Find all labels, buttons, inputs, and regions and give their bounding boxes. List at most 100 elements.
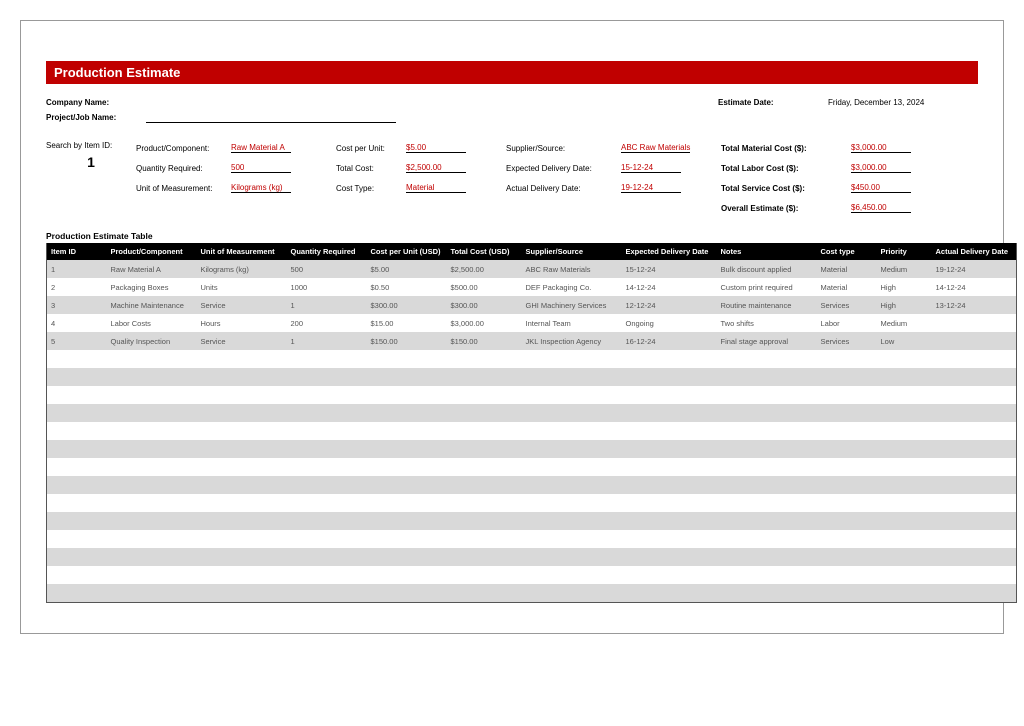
cell-empty xyxy=(447,566,522,584)
cell: $2,500.00 xyxy=(447,260,522,278)
cell-empty xyxy=(817,530,877,548)
exp-date-label: Expected Delivery Date: xyxy=(506,161,617,173)
cell-empty xyxy=(367,368,447,386)
cell: 5 xyxy=(47,332,107,350)
cell-empty xyxy=(932,386,1017,404)
cell-empty xyxy=(367,476,447,494)
table-row-empty xyxy=(47,476,1017,494)
cell: Quality Inspection xyxy=(107,332,197,350)
cell-empty xyxy=(877,548,932,566)
cell-empty xyxy=(932,494,1017,512)
cell-empty xyxy=(287,458,367,476)
cell: $150.00 xyxy=(367,332,447,350)
cell-empty xyxy=(877,368,932,386)
cell-empty xyxy=(522,530,622,548)
cell-empty xyxy=(447,404,522,422)
cell: ABC Raw Materials xyxy=(522,260,622,278)
col-header: Quantity Required xyxy=(287,243,367,260)
cell-empty xyxy=(287,422,367,440)
overall-value: $6,450.00 xyxy=(851,203,911,213)
cell-empty xyxy=(367,440,447,458)
cell-empty xyxy=(622,512,717,530)
cell xyxy=(932,314,1017,332)
cell-empty xyxy=(622,386,717,404)
cell: Machine Maintenance xyxy=(107,296,197,314)
cell-empty xyxy=(877,494,932,512)
table-row-empty xyxy=(47,440,1017,458)
cell: Labor xyxy=(817,314,877,332)
cell-empty xyxy=(817,494,877,512)
cell-empty xyxy=(197,566,287,584)
total-cost-label: Total Cost: xyxy=(336,161,402,173)
cell: 1 xyxy=(47,260,107,278)
act-date-value: 19-12-24 xyxy=(621,183,681,193)
cell-empty xyxy=(717,386,817,404)
cell-empty xyxy=(717,476,817,494)
col-header: Priority xyxy=(877,243,932,260)
cost-type-value: Material xyxy=(406,183,466,193)
cell: 200 xyxy=(287,314,367,332)
table-row: 1Raw Material AKilograms (kg)500$5.00$2,… xyxy=(47,260,1017,278)
qty-value: 500 xyxy=(231,163,291,173)
table-row-empty xyxy=(47,386,1017,404)
col-header: Supplier/Source xyxy=(522,243,622,260)
cell-empty xyxy=(522,548,622,566)
table-row-empty xyxy=(47,404,1017,422)
cell-empty xyxy=(447,422,522,440)
cell-empty xyxy=(622,440,717,458)
cell-empty xyxy=(107,404,197,422)
cell: Medium xyxy=(877,314,932,332)
cell: 14-12-24 xyxy=(932,278,1017,296)
cell-empty xyxy=(717,368,817,386)
cell-empty xyxy=(522,422,622,440)
table-row: 5Quality InspectionService1$150.00$150.0… xyxy=(47,332,1017,350)
cell: Services xyxy=(817,332,877,350)
col-header: Unit of Measurement xyxy=(197,243,287,260)
search-section: Search by Item ID: 1 Product/Component: … xyxy=(46,141,978,213)
cell-empty xyxy=(932,584,1017,602)
table-row-empty xyxy=(47,584,1017,602)
cell-empty xyxy=(197,494,287,512)
cell-empty xyxy=(287,476,367,494)
cell-empty xyxy=(522,476,622,494)
project-input-line[interactable] xyxy=(146,113,396,123)
exp-date-value: 15-12-24 xyxy=(621,163,681,173)
cell-empty xyxy=(107,386,197,404)
cell-empty xyxy=(932,458,1017,476)
cell: Low xyxy=(877,332,932,350)
table-row-empty xyxy=(47,548,1017,566)
cell-empty xyxy=(107,458,197,476)
col-header: Expected Delivery Date xyxy=(622,243,717,260)
cell-empty xyxy=(107,548,197,566)
cell-empty xyxy=(622,584,717,602)
cell-empty xyxy=(717,350,817,368)
cell: Packaging Boxes xyxy=(107,278,197,296)
cell-empty xyxy=(107,368,197,386)
cell-empty xyxy=(197,512,287,530)
total-material-value: $3,000.00 xyxy=(851,143,911,153)
cell-empty xyxy=(817,476,877,494)
cell-empty xyxy=(622,458,717,476)
cell-empty xyxy=(47,422,107,440)
cell-empty xyxy=(817,404,877,422)
cell-empty xyxy=(367,548,447,566)
cell-empty xyxy=(877,350,932,368)
cell-empty xyxy=(622,548,717,566)
cell-empty xyxy=(932,566,1017,584)
cell-empty xyxy=(717,440,817,458)
cell-empty xyxy=(717,458,817,476)
cell-empty xyxy=(932,476,1017,494)
cell-empty xyxy=(522,404,622,422)
act-date-label: Actual Delivery Date: xyxy=(506,181,617,193)
cell: Units xyxy=(197,278,287,296)
cell: Two shifts xyxy=(717,314,817,332)
search-value[interactable]: 1 xyxy=(46,154,136,170)
cell-empty xyxy=(47,458,107,476)
search-label: Search by Item ID: xyxy=(46,141,136,150)
col-header: Total Cost (USD) xyxy=(447,243,522,260)
cell-empty xyxy=(522,494,622,512)
cell-empty xyxy=(447,494,522,512)
cell-empty xyxy=(622,566,717,584)
col-header: Notes xyxy=(717,243,817,260)
cell: Raw Material A xyxy=(107,260,197,278)
